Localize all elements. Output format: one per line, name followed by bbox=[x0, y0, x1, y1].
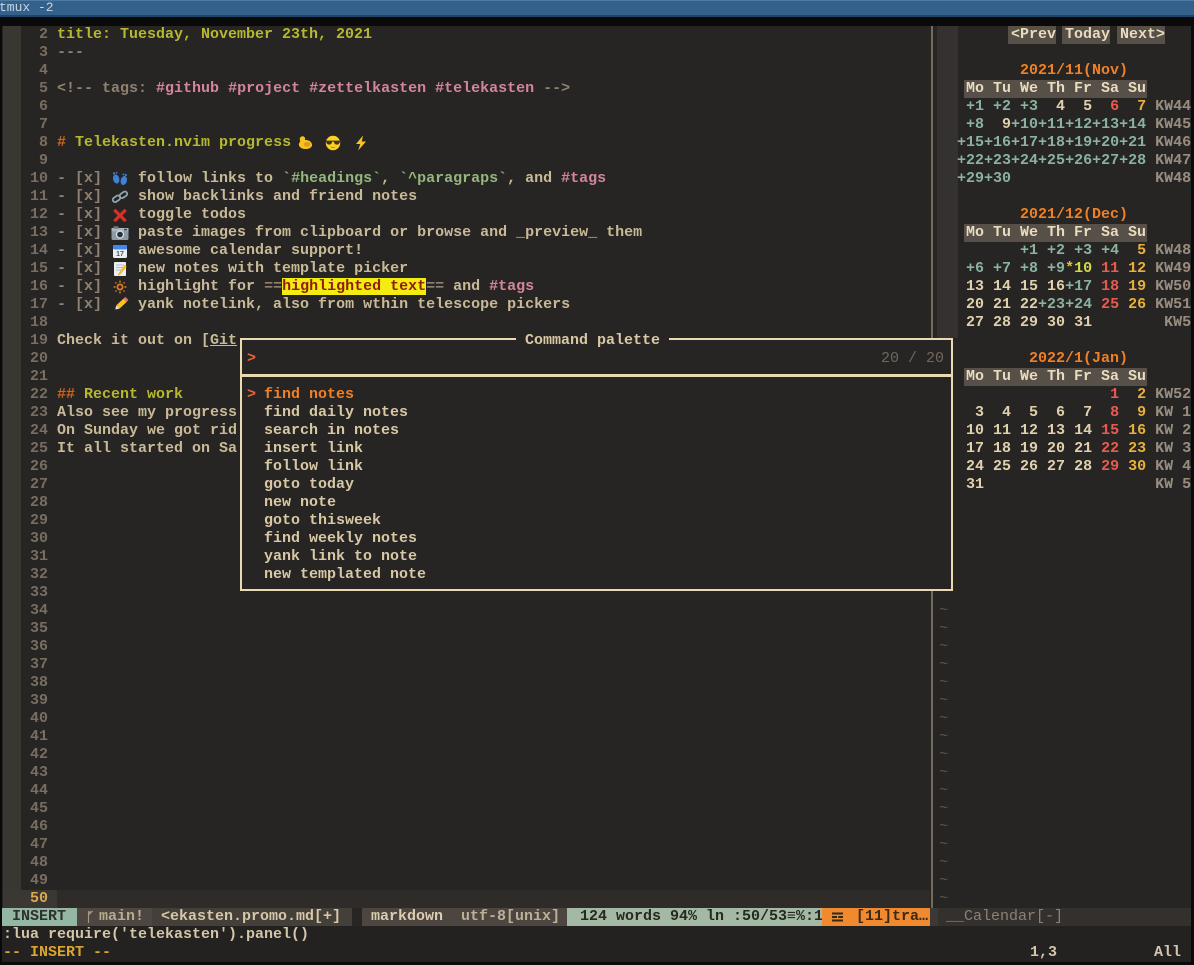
svg-text:17: 17 bbox=[116, 251, 124, 258]
